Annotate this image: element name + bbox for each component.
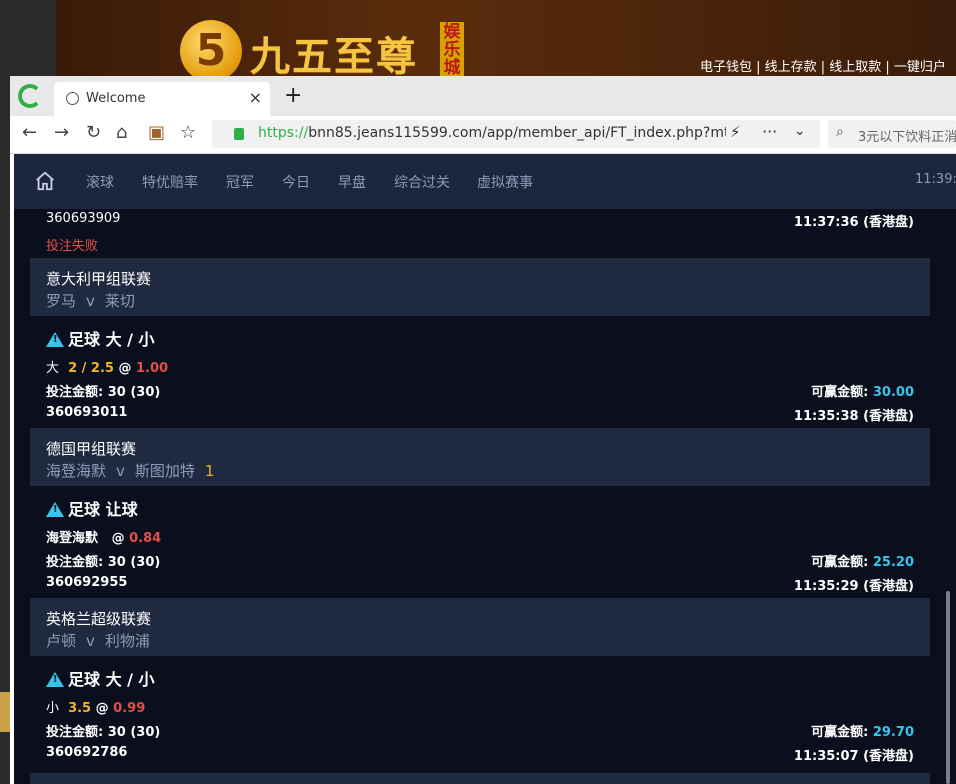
address-bar[interactable]: https://bnn85.jeans115599.com/app/member… <box>212 120 820 148</box>
bet-id: 360692786 <box>46 745 128 760</box>
chevron-down-icon[interactable]: ⌄ <box>794 123 806 139</box>
background-thumbnail <box>0 692 10 732</box>
bet-id: 360693011 <box>46 405 128 420</box>
page-content: 滚球 特优赔率 冠军 今日 早盘 综合过关 虚拟赛事 11:39:3 36069… <box>14 154 956 784</box>
nav-item-today[interactable]: 今日 <box>282 172 310 192</box>
favorites-star-icon[interactable]: ☆ <box>180 122 196 143</box>
bet-time: 11:35:29 (香港盘) <box>793 579 914 594</box>
globe-icon <box>66 92 79 105</box>
search-icon: ⌕ <box>836 124 844 140</box>
bet-time: 11:35:07 (香港盘) <box>793 749 914 764</box>
site-logo-tag: 娱乐城 <box>440 22 464 77</box>
bet-id: 360692955 <box>46 575 128 590</box>
browser-toolbar: ← → ↻ ⌂ ▣ ☆ https://bnn85.jeans115599.co… <box>10 116 956 154</box>
site-top-links[interactable]: 电子钱包 | 线上存款 | 线上取款 | 一键归户 <box>700 56 946 75</box>
reload-icon[interactable]: ↻ <box>86 122 101 143</box>
top-nav: 滚球 特优赔率 冠军 今日 早盘 综合过关 虚拟赛事 11:39:3 <box>14 154 956 209</box>
bet-selection: 海登海默 @ 0.84 <box>46 531 162 546</box>
nav-item-live[interactable]: 滚球 <box>86 172 114 192</box>
league-header: 英格兰超级联赛 卢顿 v 利物浦 <box>30 598 930 656</box>
bet-id: 360693909 <box>46 211 121 226</box>
bet-status-failed: 投注失败 <box>46 239 99 254</box>
tab-title: Welcome <box>86 91 146 106</box>
more-options-icon[interactable]: ··· <box>762 122 777 141</box>
match-teams: 卢顿 v 利物浦 <box>46 632 150 650</box>
forward-arrow-icon[interactable]: → <box>54 122 69 143</box>
league-header: 德国甲组联赛 海登海默 v 斯图加特 1 <box>30 428 930 486</box>
league-header: 意大利甲组联赛 罗马 v 莱切 <box>30 258 930 316</box>
search-box[interactable]: ⌕ 3元以下饮料正消 <box>828 120 956 148</box>
tab-bar: Welcome × + <box>10 76 956 116</box>
briefcase-icon[interactable]: ▣ <box>148 122 165 143</box>
bet-time: 11:35:38 (香港盘) <box>793 409 914 424</box>
scrollbar[interactable] <box>946 591 950 784</box>
bet-potential-win: 可赢金额: 30.00 <box>811 385 914 400</box>
bet-potential-win: 可赢金额: 25.20 <box>811 555 914 570</box>
bet-selection: 小 3.5 @ 0.99 <box>46 701 146 716</box>
search-placeholder: 3元以下饮料正消 <box>858 130 956 145</box>
lightning-icon[interactable]: ⚡ <box>730 123 741 141</box>
league-name: 德国甲组联赛 <box>46 440 137 458</box>
bet-type-title: 足球 让球 <box>46 496 138 520</box>
bet-time: 11:37:36 (香港盘) <box>793 215 914 230</box>
tab-welcome[interactable]: Welcome × <box>54 82 270 116</box>
bet-type-title: 足球 大 / 小 <box>46 326 155 350</box>
site-logo-badge: 5 <box>180 20 242 82</box>
lock-icon <box>234 128 244 140</box>
home-icon[interactable] <box>34 170 56 192</box>
url-text: https://bnn85.jeans115599.com/app/member… <box>258 125 726 141</box>
browser-window: Welcome × + ← → ↻ ⌂ ▣ ☆ https://bnn85.je… <box>10 76 956 784</box>
bet-stake: 投注金额: 30 (30) <box>46 725 161 740</box>
home-icon[interactable]: ⌂ <box>116 122 127 143</box>
match-teams: 海登海默 v 斯图加特 1 <box>46 462 215 480</box>
nav-item-virtual[interactable]: 虚拟赛事 <box>477 172 533 192</box>
site-logo-text: 九五至尊 <box>250 33 418 80</box>
next-league-header <box>30 773 930 784</box>
warning-icon <box>46 332 64 347</box>
match-teams: 罗马 v 莱切 <box>46 292 135 310</box>
nav-item-early[interactable]: 早盘 <box>338 172 366 192</box>
nav-item-champion[interactable]: 冠军 <box>226 172 254 192</box>
league-name: 英格兰超级联赛 <box>46 610 152 628</box>
browser-logo-icon[interactable] <box>18 84 42 108</box>
warning-icon <box>46 672 64 687</box>
bet-type-title: 足球 大 / 小 <box>46 666 155 690</box>
nav-clock: 11:39:3 <box>915 172 956 187</box>
close-icon[interactable]: × <box>249 88 262 107</box>
nav-item-special-odds[interactable]: 特优赔率 <box>142 172 198 192</box>
bet-selection: 大 2 / 2.5 @ 1.00 <box>46 361 169 376</box>
bet-stake: 投注金额: 30 (30) <box>46 555 161 570</box>
new-tab-button[interactable]: + <box>284 83 302 108</box>
bet-potential-win: 可赢金额: 29.70 <box>811 725 914 740</box>
bet-stake: 投注金额: 30 (30) <box>46 385 161 400</box>
nav-item-parlay[interactable]: 综合过关 <box>394 172 450 192</box>
league-name: 意大利甲组联赛 <box>46 270 152 288</box>
back-arrow-icon[interactable]: ← <box>22 122 37 143</box>
warning-icon <box>46 502 64 517</box>
